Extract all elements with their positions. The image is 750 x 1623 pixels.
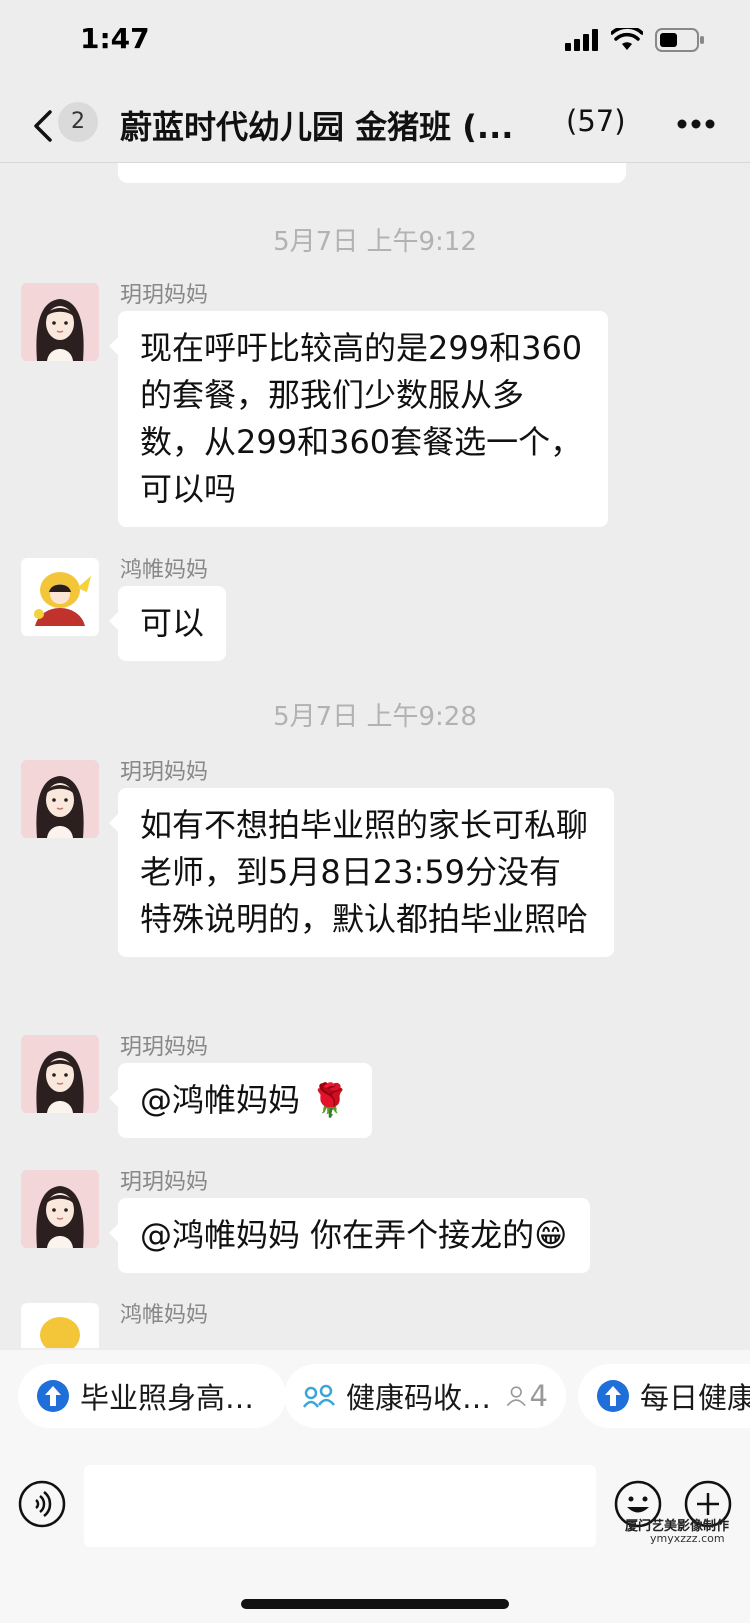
sender-name: 玥玥妈妈: [120, 760, 209, 785]
solitaire-icon: [37, 1380, 69, 1412]
message-bubble[interactable]: 如有不想拍毕业照的家长可私聊老师，到5月8日23:59分没有特殊说明的，默认都拍…: [109, 788, 614, 957]
health-code-icon: [302, 1384, 335, 1408]
group-title: 蔚蓝时代幼儿园 金猪班 (...: [120, 108, 514, 146]
quick-app-label: 每日健康: [640, 1381, 750, 1415]
sender-name: 玥玥妈妈: [120, 1035, 209, 1060]
clock: 1:47: [80, 22, 150, 55]
quick-app-solitaire[interactable]: 毕业照身高…: [18, 1364, 286, 1428]
battery-icon: [655, 28, 704, 52]
status-icons: [565, 28, 705, 52]
avatar[interactable]: [21, 283, 99, 361]
quick-app-label: 健康码收…: [346, 1381, 492, 1415]
home-indicator[interactable]: [241, 1599, 509, 1609]
avatar[interactable]: [21, 558, 99, 636]
quick-app-health-code[interactable]: 健康码收… 4: [284, 1364, 566, 1428]
sender-name: 玥玥妈妈: [120, 1170, 209, 1195]
message-bubble[interactable]: @鸿帷妈妈 🌹: [108, 1063, 373, 1138]
previous-message-bubble: [118, 163, 626, 183]
sender-name: 鸿帷妈妈: [120, 1303, 209, 1328]
more-options-icon[interactable]: [676, 118, 716, 130]
message-bubble[interactable]: 可以: [108, 586, 227, 661]
avatar[interactable]: [21, 1035, 99, 1113]
avatar-girl-image: [21, 1035, 99, 1113]
quick-app-daily-health[interactable]: 每日健康: [578, 1364, 750, 1428]
avatar[interactable]: [21, 1170, 99, 1248]
avatar[interactable]: [21, 760, 99, 838]
unread-count-badge[interactable]: 2: [58, 102, 98, 142]
message-bubble[interactable]: @鸿帷妈妈 你在弄个接龙的😁: [109, 1198, 590, 1273]
sender-name: 鸿帷妈妈: [120, 558, 209, 583]
quick-app-bar: 毕业照身高… 健康码收… 4 每日健康: [0, 1350, 750, 1450]
avatar-cartoon-image: [21, 558, 99, 636]
participant-count: 4: [529, 1379, 548, 1413]
input-bar: [0, 1450, 750, 1623]
avatar-cartoon-image: [21, 1303, 99, 1348]
solitaire-icon: [597, 1380, 629, 1412]
member-count: (57): [566, 104, 626, 138]
person-icon: [506, 1386, 526, 1407]
sender-name: 玥玥妈妈: [120, 283, 209, 308]
message-bubble[interactable]: 现在呼吁比较高的是299和360的套餐，那我们少数服从多数，从299和360套餐…: [109, 311, 608, 527]
avatar-girl-image: [21, 1170, 99, 1248]
avatar[interactable]: [21, 1303, 99, 1348]
timestamp: 5月7日 上午9:12: [273, 227, 477, 257]
wifi-icon: [611, 28, 643, 50]
chat-header: 2 蔚蓝时代幼儿园 金猪班 (... (57): [0, 90, 750, 163]
watermark-url: ymyxzzz.com: [650, 1532, 725, 1545]
voice-input-icon[interactable]: [18, 1480, 66, 1528]
avatar-girl-image: [21, 760, 99, 838]
quick-app-label: 毕业照身高…: [80, 1381, 255, 1415]
timestamp: 5月7日 上午9:28: [273, 702, 477, 732]
message-input[interactable]: [84, 1465, 596, 1547]
avatar-girl-image: [21, 283, 99, 361]
status-bar: 1:47: [0, 0, 750, 90]
message-list[interactable]: 5月7日 上午9:12 玥玥妈妈 现在呼吁比较高的是299和360的套餐，那我们…: [0, 163, 750, 1348]
cellular-signal-icon: [565, 29, 598, 51]
